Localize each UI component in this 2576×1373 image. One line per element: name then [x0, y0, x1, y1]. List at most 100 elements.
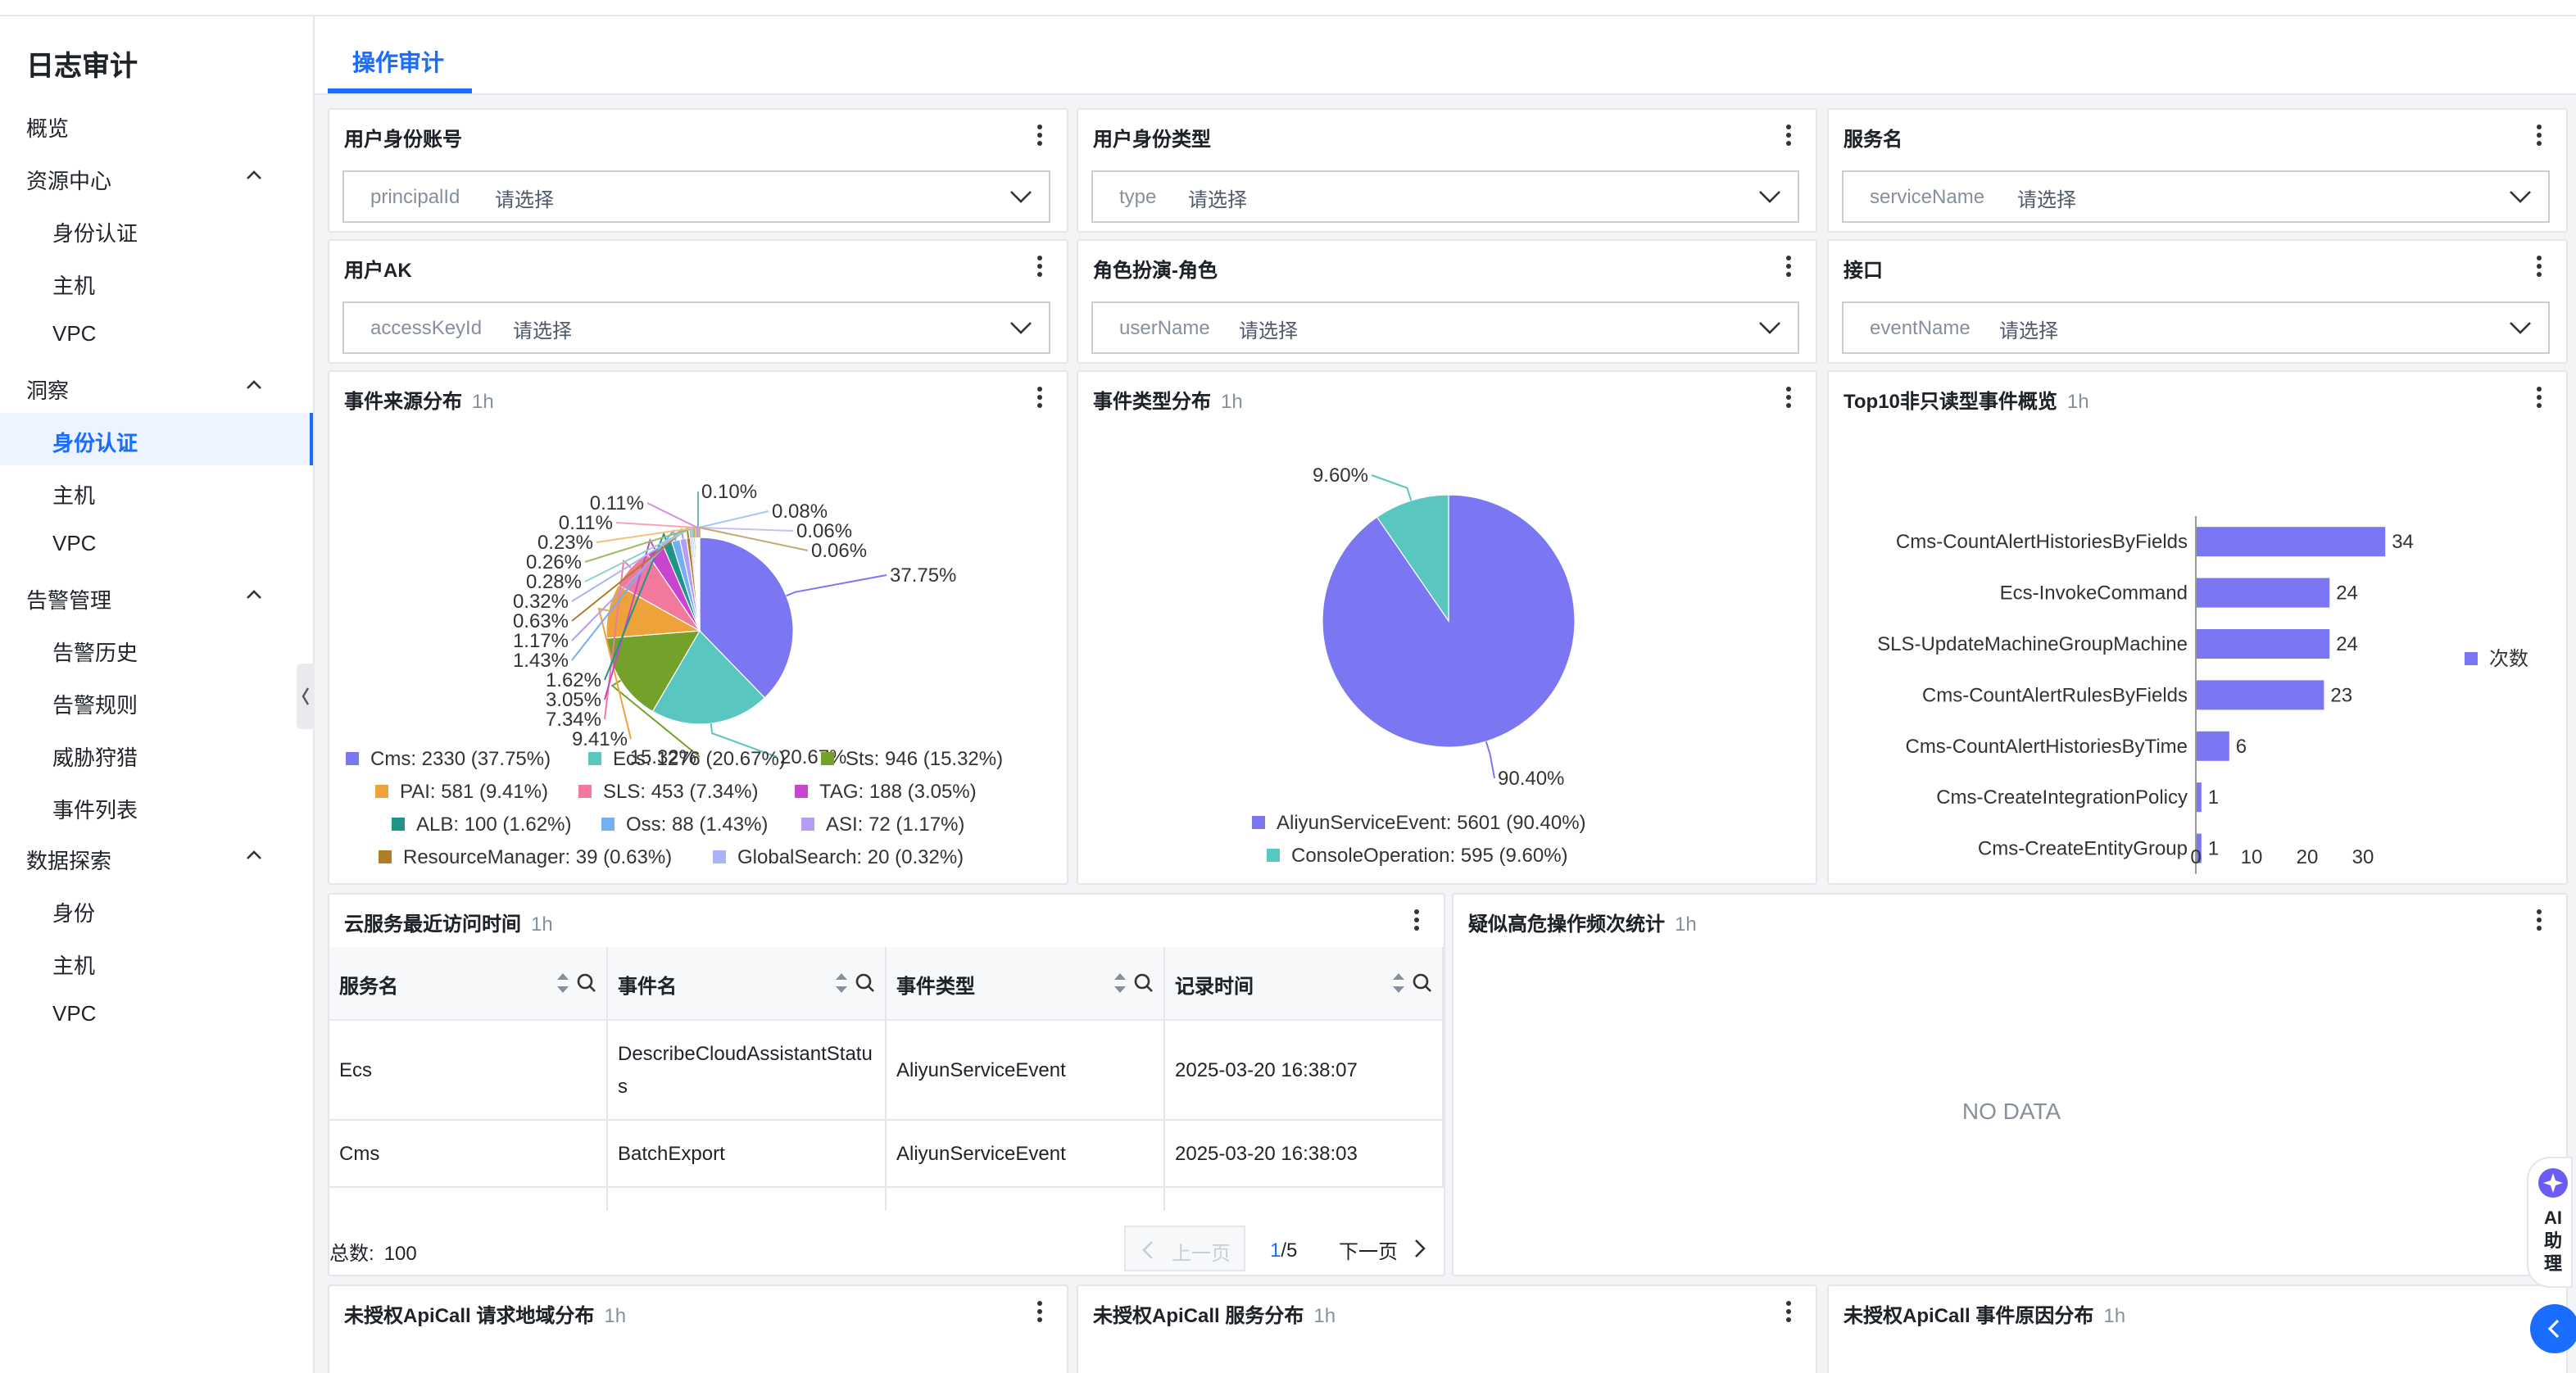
sidebar-collapse-handle[interactable]	[297, 664, 315, 729]
sidebar-item-explore-vpc[interactable]: VPC	[0, 988, 313, 1040]
more-menu-icon[interactable]	[1037, 1301, 1044, 1324]
unauth-region-card: 未授权ApiCall 请求地域分布 1h	[328, 1285, 1068, 1373]
sort-icon[interactable]	[834, 972, 849, 995]
more-menu-icon[interactable]	[1037, 256, 1044, 279]
legend-item[interactable]: ALB: 100 (1.62%)	[392, 813, 571, 836]
sidebar-item-alert-rules[interactable]: 告警规则	[0, 675, 313, 727]
sidebar-item-label: 告警管理	[26, 588, 112, 613]
legend-swatch	[375, 785, 388, 798]
more-menu-icon[interactable]	[1786, 125, 1793, 147]
sidebar-item-threat-hunting[interactable]: 威胁狩猎	[0, 727, 313, 780]
bar-category-label: SLS-UpdateMachineGroupMachine	[1877, 633, 2188, 655]
more-menu-icon[interactable]	[1037, 387, 1044, 410]
sidebar-item-identity-auth[interactable]: 身份认证	[0, 203, 313, 256]
bar[interactable]	[2196, 629, 2330, 659]
sidebar-item-alert-history[interactable]: 告警历史	[0, 623, 313, 675]
sidebar-group-resource-center[interactable]: 资源中心	[0, 151, 313, 203]
service-name-select[interactable]: serviceName 请选择	[1842, 170, 2550, 223]
x-tick-label: 0	[2190, 846, 2201, 868]
legend-item[interactable]: Ecs: 1276 (20.67%)	[588, 747, 786, 770]
next-page-button[interactable]: 下一页	[1326, 1226, 1431, 1271]
column-header-record-time[interactable]: 记录时间	[1165, 947, 1444, 1021]
sort-icon[interactable]	[1391, 972, 1406, 995]
sidebar-group-alert-management[interactable]: 告警管理	[0, 570, 313, 623]
legend-item[interactable]: ASI: 72 (1.17%)	[801, 813, 964, 836]
sidebar-item-explore-host[interactable]: 主机	[0, 936, 313, 988]
more-menu-icon[interactable]	[1414, 909, 1421, 932]
sort-icon[interactable]	[556, 972, 570, 995]
column-header-event-type[interactable]: 事件类型	[887, 947, 1165, 1021]
legend-label: ConsoleOperation: 595 (9.60%)	[1291, 844, 1568, 867]
chevron-up-icon	[247, 850, 261, 859]
panel-time-range: 1h	[2103, 1304, 2126, 1327]
more-menu-icon[interactable]	[1786, 256, 1793, 279]
bar-category-label: Cms-CreateIntegrationPolicy	[1936, 786, 2188, 809]
legend-item[interactable]: ResourceManager: 39 (0.63%)	[379, 845, 672, 868]
panel-title: 事件来源分布 1h	[344, 387, 494, 415]
search-icon[interactable]	[1413, 973, 1432, 993]
legend-item[interactable]: Sts: 946 (15.32%)	[821, 747, 1003, 770]
column-header-service[interactable]: 服务名	[329, 947, 608, 1021]
more-menu-icon[interactable]	[2537, 256, 2543, 279]
user-name-select[interactable]: userName 请选择	[1091, 301, 1799, 354]
search-icon[interactable]	[1134, 973, 1154, 993]
bar[interactable]	[2196, 782, 2202, 813]
table-cell: 2025-03-20 16:38:07	[1165, 1021, 1444, 1121]
more-menu-icon[interactable]	[1037, 125, 1044, 147]
sidebar-item-event-list[interactable]: 事件列表	[0, 780, 313, 832]
unauth-service-card: 未授权ApiCall 服务分布 1h	[1077, 1285, 1817, 1373]
sidebar-item-insight-identity-auth[interactable]: 身份认证	[0, 413, 313, 465]
bar[interactable]	[2196, 680, 2324, 710]
pie-label-line	[1485, 741, 1495, 779]
table-cell: 2025-03-20 16:38:03	[1165, 1121, 1444, 1188]
legend-item[interactable]: PAI: 581 (9.41%)	[375, 780, 548, 803]
sidebar-group-insight[interactable]: 洞察	[0, 360, 313, 413]
chevron-down-icon	[2510, 322, 2531, 334]
more-menu-icon[interactable]	[2537, 387, 2543, 410]
legend-item[interactable]: TAG: 188 (3.05%)	[795, 780, 977, 803]
select-field-name: accessKeyId	[370, 316, 483, 339]
filter-title: 用户AK	[344, 259, 412, 282]
column-header-event[interactable]: 事件名	[608, 947, 887, 1021]
bar[interactable]	[2196, 731, 2229, 761]
bar[interactable]	[2196, 578, 2330, 608]
bar[interactable]	[2196, 527, 2386, 557]
legend-item[interactable]: SLS: 453 (7.34%)	[578, 780, 758, 803]
pie-percent-label: 0.26%	[526, 551, 582, 573]
filter-card-access-key: 用户AK accessKeyId 请选择	[328, 239, 1068, 364]
sidebar-item-vpc[interactable]: VPC	[0, 308, 313, 360]
sort-icon[interactable]	[1113, 972, 1127, 995]
more-menu-icon[interactable]	[2537, 909, 2543, 932]
legend-item[interactable]: AliyunServiceEvent: 5601 (90.40%)	[1252, 811, 1586, 834]
sidebar-item-insight-host[interactable]: 主机	[0, 465, 313, 518]
legend-item[interactable]: Oss: 88 (1.43%)	[601, 813, 768, 836]
tab-operation-audit[interactable]: 操作审计	[352, 46, 444, 79]
search-icon[interactable]	[577, 973, 596, 993]
select-field-name: userName	[1119, 316, 1210, 339]
legend-item[interactable]: Cms: 2330 (37.75%)	[346, 747, 551, 770]
search-icon[interactable]	[855, 973, 875, 993]
type-select[interactable]: type 请选择	[1091, 170, 1799, 223]
legend-label: Ecs: 1276 (20.67%)	[613, 747, 786, 770]
more-menu-icon[interactable]	[1786, 387, 1793, 410]
sidebar-item-host[interactable]: 主机	[0, 256, 313, 308]
prev-page-button[interactable]: 上一页	[1124, 1226, 1245, 1271]
access-key-select[interactable]: accessKeyId 请选择	[342, 301, 1050, 354]
principal-id-select[interactable]: principalId 请选择	[342, 170, 1050, 223]
panel-title: 疑似高危操作频次统计 1h	[1468, 909, 1697, 937]
legend-item[interactable]: ConsoleOperation: 595 (9.60%)	[1267, 844, 1568, 867]
x-tick-label: 20	[2297, 846, 2319, 868]
pie-percent-label: 90.40%	[1498, 768, 1564, 790]
more-menu-icon[interactable]	[1786, 1301, 1793, 1324]
ai-assistant-button[interactable]: AI助理	[2527, 1157, 2573, 1288]
filter-card-service-name: 服务名 serviceName 请选择	[1827, 108, 2568, 233]
event-name-select[interactable]: eventName 请选择	[1842, 301, 2550, 354]
sidebar-item-insight-vpc[interactable]: VPC	[0, 518, 313, 570]
pie-percent-label: 0.23%	[537, 532, 593, 554]
more-menu-icon[interactable]	[2537, 125, 2543, 147]
legend-item[interactable]: GlobalSearch: 20 (0.32%)	[713, 845, 964, 868]
collapse-float-button[interactable]	[2530, 1304, 2576, 1353]
sidebar-group-data-explore[interactable]: 数据探索	[0, 831, 313, 883]
sidebar-item-overview[interactable]: 概览	[0, 98, 313, 151]
sidebar-item-explore-identity[interactable]: 身份	[0, 883, 313, 936]
